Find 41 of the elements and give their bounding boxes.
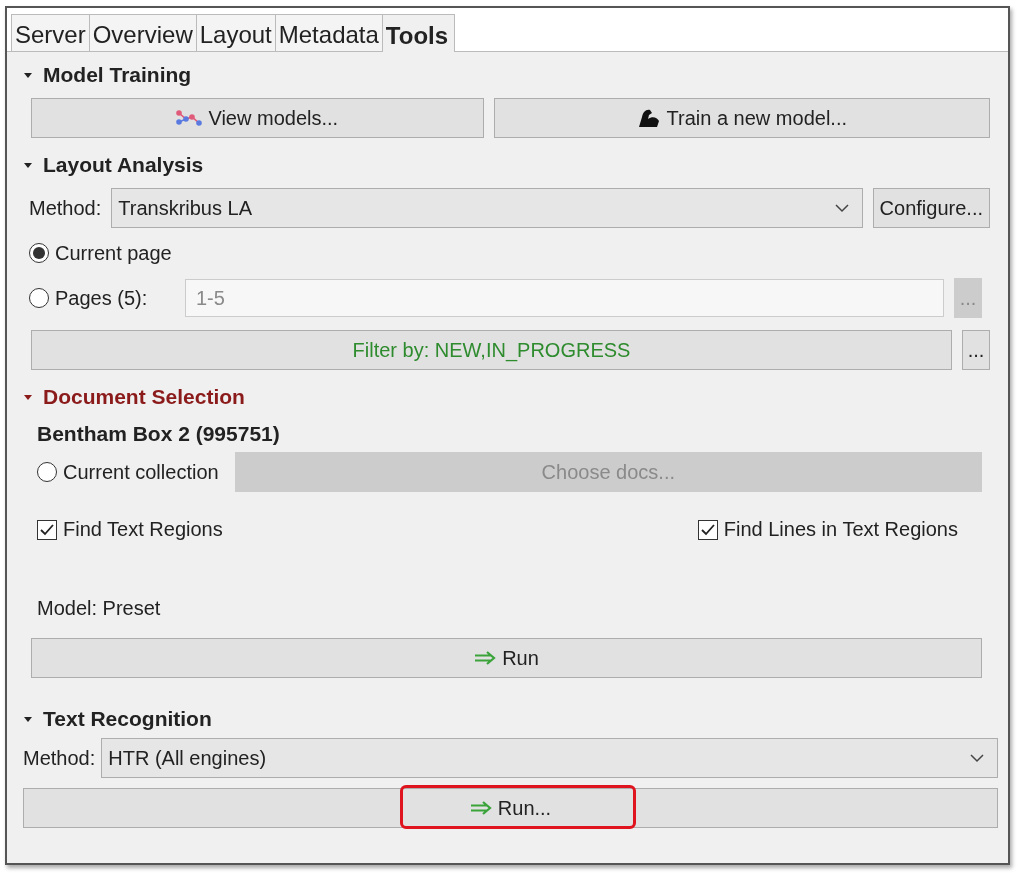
view-models-button[interactable]: View models... bbox=[31, 98, 484, 138]
flexed-arm-icon bbox=[636, 107, 661, 129]
radio-button[interactable] bbox=[37, 462, 57, 482]
checkbox-label[interactable]: Find Lines in Text Regions bbox=[723, 518, 958, 541]
radio-label[interactable]: Current page bbox=[55, 241, 172, 265]
radio-button[interactable] bbox=[29, 243, 49, 263]
tab[interactable]: Server bbox=[11, 14, 90, 51]
network-icon bbox=[176, 109, 203, 127]
caret-down-icon[interactable] bbox=[23, 392, 33, 402]
radio-label[interactable]: Current collection bbox=[63, 460, 219, 484]
section-title[interactable]: Layout Analysis bbox=[43, 153, 204, 177]
checkbox[interactable] bbox=[697, 519, 718, 540]
run-button[interactable]: Run bbox=[31, 638, 982, 678]
arrow-icon bbox=[469, 801, 492, 815]
section-title[interactable]: Document Selection bbox=[43, 385, 245, 409]
radio-button[interactable] bbox=[29, 288, 49, 308]
radio-label[interactable]: Pages (5): bbox=[55, 286, 148, 310]
section-title[interactable]: Text Recognition bbox=[43, 707, 212, 731]
method-dropdown[interactable]: Transkribus LA bbox=[111, 188, 863, 228]
model-label: Model: Preset bbox=[37, 597, 162, 620]
document-name: Bentham Box 2 (995751) bbox=[37, 422, 281, 446]
checkbox-label[interactable]: Find Text Regions bbox=[63, 518, 223, 541]
caret-down-icon[interactable] bbox=[23, 160, 33, 170]
caret-down-icon[interactable] bbox=[23, 70, 33, 80]
method-label: Method: bbox=[23, 746, 96, 770]
method-label: Method: bbox=[29, 196, 102, 220]
caret-down-icon[interactable] bbox=[23, 714, 33, 724]
configure-button[interactable]: Configure... bbox=[872, 188, 990, 228]
tab[interactable]: Layout bbox=[195, 14, 276, 51]
train-model-button[interactable]: Train a new model... bbox=[493, 98, 990, 138]
tab[interactable]: Overview bbox=[88, 14, 197, 51]
arrow-icon bbox=[474, 651, 497, 665]
run-button[interactable]: Run... bbox=[23, 788, 998, 828]
tab[interactable]: Metadata bbox=[274, 14, 383, 51]
section-title[interactable]: Model Training bbox=[43, 63, 192, 87]
filter-more-button[interactable]: ... bbox=[962, 330, 990, 370]
chevron-down-icon bbox=[833, 203, 850, 213]
checkbox[interactable] bbox=[37, 519, 57, 540]
chevron-down-icon bbox=[969, 753, 985, 763]
tab[interactable]: Tools bbox=[381, 14, 456, 52]
method-dropdown[interactable]: HTR (All engines) bbox=[101, 738, 998, 778]
